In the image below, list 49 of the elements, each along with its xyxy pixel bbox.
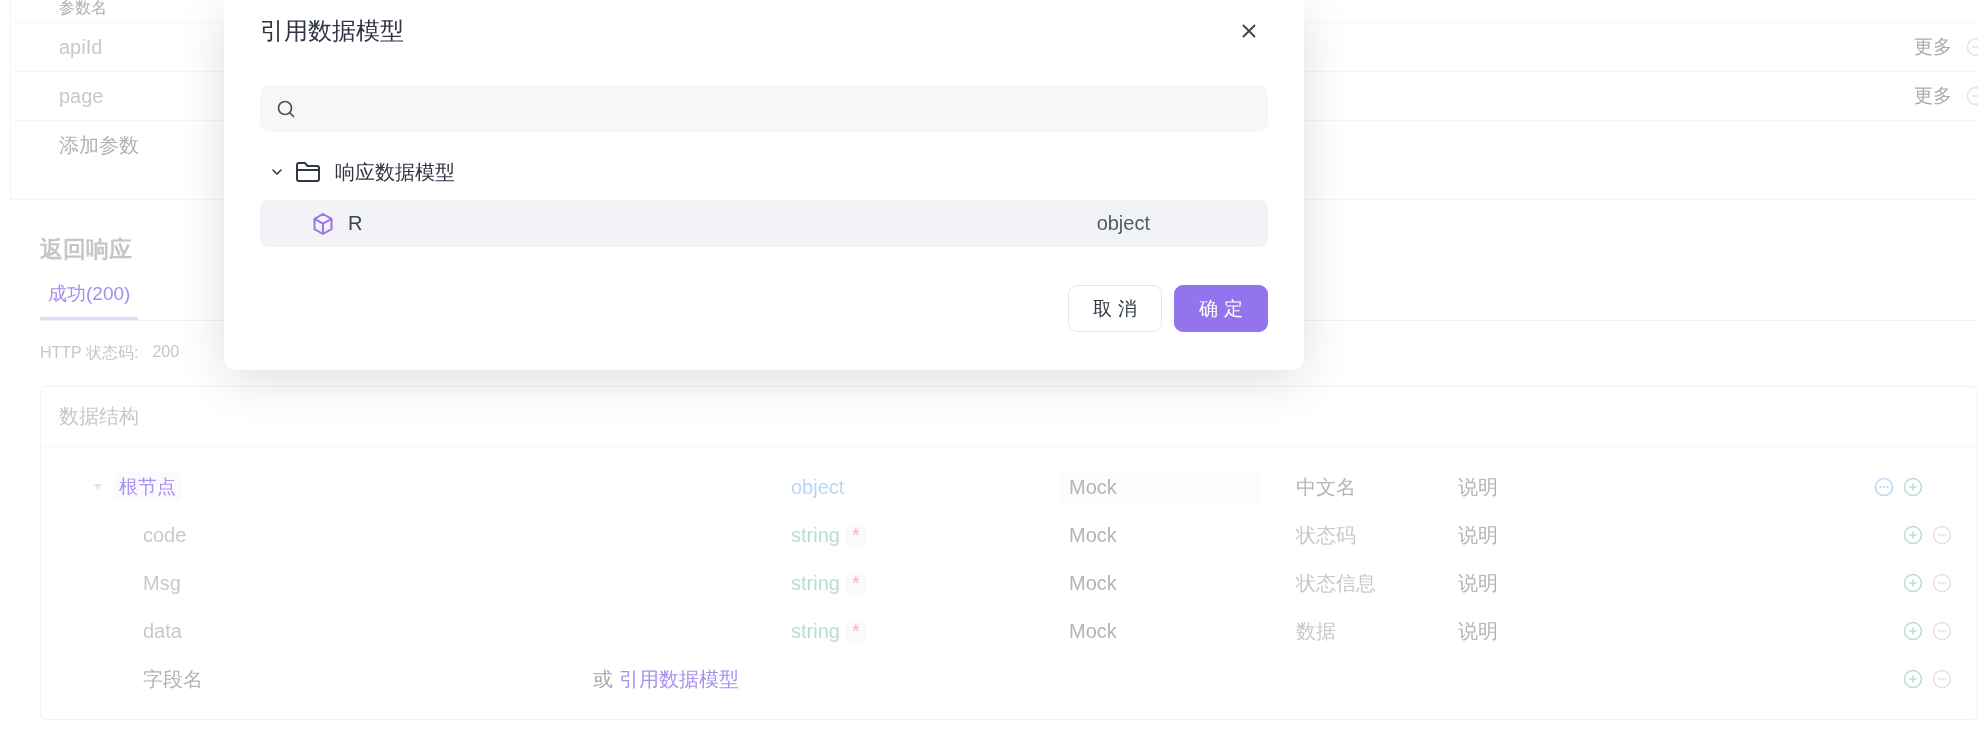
type-label[interactable]: string [791,523,840,547]
description-field[interactable]: 说明 [1458,571,1498,594]
section-title: 返回响应 [40,235,133,264]
tree-item[interactable]: 响应数据模型 [335,158,455,186]
more-icon[interactable] [1873,477,1894,497]
root-node-tag: 根节点 [113,472,182,502]
add-icon[interactable] [1903,573,1923,593]
required-mark[interactable]: * [845,619,866,643]
status-label: HTTP 状态码: [40,343,139,363]
chinese-name-field[interactable]: 中文名 [1296,475,1356,498]
description-field[interactable]: 说明 [1458,523,1498,546]
remove-icon[interactable] [1932,621,1953,641]
more-link[interactable]: 更多 [1914,34,1952,60]
type-label[interactable]: string [791,571,840,595]
add-param-field[interactable]: 添加参数 [59,131,139,159]
field-name-input[interactable]: 字段名 [143,665,593,693]
add-icon[interactable] [1903,477,1923,497]
status-value: 200 [152,343,180,362]
mock-field[interactable]: Mock [1061,519,1125,551]
required-mark[interactable]: * [845,523,866,547]
dialog-title: 引用数据模型 [260,16,404,46]
model-item[interactable]: R object [260,200,1268,247]
close-icon[interactable] [1242,24,1256,38]
search-field[interactable] [260,85,1268,132]
confirm-button[interactable]: 确 定 [1174,285,1268,332]
mock-field[interactable]: Mock [1061,567,1125,599]
add-icon[interactable] [1903,669,1923,689]
mock-field[interactable]: Mock [1061,615,1125,647]
tab[interactable]: 成功(200) [40,281,139,320]
remove-icon[interactable] [1932,669,1953,689]
type-label[interactable]: string [791,619,840,643]
description-field[interactable]: 说明 [1458,619,1498,642]
reference-model-link[interactable]: 引用数据模型 [619,665,739,693]
cancel-button[interactable]: 取 消 [1068,285,1162,332]
add-icon[interactable] [1903,525,1923,545]
cube-icon [312,211,334,236]
add-icon[interactable] [1903,621,1923,641]
remove-icon[interactable] [1932,525,1953,545]
or-text: 或 [593,666,613,692]
description-field[interactable]: 说明 [1458,475,1498,498]
folder-icon [295,161,321,183]
more-link[interactable]: 更多 [1914,83,1952,109]
type-label[interactable]: object [791,475,845,499]
caret-icon[interactable] [93,483,103,491]
required-mark[interactable]: * [845,571,866,595]
remove-icon[interactable] [1932,573,1953,593]
search-icon [276,98,296,119]
chevron-icon[interactable] [271,168,283,176]
column-header: 参数名 [59,0,107,16]
